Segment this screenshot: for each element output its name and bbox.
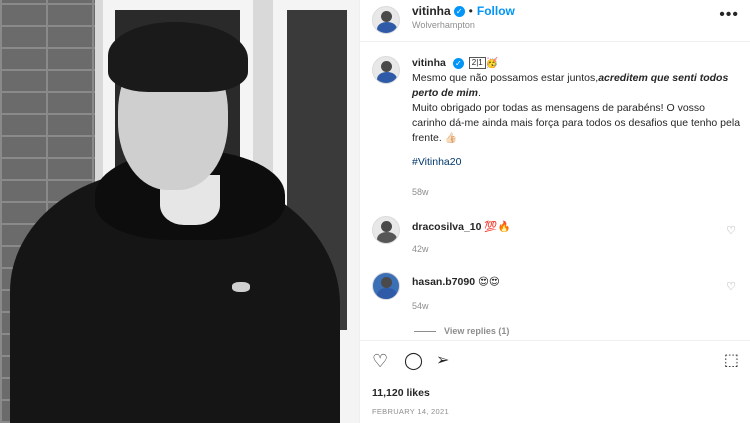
- caption-line1-end: .: [477, 87, 481, 99]
- party-emoji: 🥳: [485, 58, 499, 69]
- post-header: vitinha ✓ • Follow Wolverhampton •••: [360, 0, 750, 42]
- author-avatar[interactable]: [372, 6, 400, 34]
- more-horizontal-icon[interactable]: •••: [719, 6, 739, 24]
- comment-bubble-icon[interactable]: ◯: [404, 352, 423, 370]
- comment-text: hasan.b7090 😍😍: [412, 276, 500, 288]
- comment-username[interactable]: hasan.b7090: [412, 276, 475, 288]
- follow-button[interactable]: Follow: [477, 4, 515, 18]
- caption-avatar[interactable]: [372, 56, 400, 84]
- hair: [108, 22, 248, 92]
- comment-text: dracosilva_10 💯🔥: [412, 220, 511, 233]
- caption-timestamp[interactable]: 58w: [412, 187, 429, 197]
- post-actions: ♡ ◯ ➢ ⬚ 11,120 likes FEBRUARY 14, 2021: [360, 340, 750, 423]
- caption-username[interactable]: vitinha: [412, 57, 446, 69]
- comment-timestamp[interactable]: 54w: [412, 301, 429, 311]
- comment-timestamp[interactable]: 42w: [412, 244, 429, 254]
- post-detail-panel: vitinha ✓ • Follow Wolverhampton ••• vitinh…: [359, 0, 750, 423]
- view-replies-link[interactable]: View replies (1): [414, 326, 509, 336]
- caption-line2: Muito obrigado por todas as mensagens de…: [412, 102, 741, 144]
- share-paper-plane-icon[interactable]: ➢: [436, 352, 449, 370]
- caption-hashtag[interactable]: #Vitinha20: [412, 155, 742, 170]
- save-bookmark-icon[interactable]: ⬚: [724, 352, 739, 370]
- separator-dot: •: [468, 4, 473, 18]
- author-line: vitinha ✓ • Follow: [412, 4, 515, 18]
- view-replies-label[interactable]: View replies (1): [444, 326, 509, 336]
- comment-emoji: 💯🔥: [484, 221, 511, 233]
- heart-icon[interactable]: ♡: [726, 224, 736, 237]
- thumbs-up-emoji: 👍🏻: [444, 133, 458, 144]
- verified-icon: ✓: [452, 57, 464, 69]
- comment-emoji: 😍😍: [477, 276, 500, 288]
- likes-count[interactable]: 11,120 likes: [372, 387, 430, 399]
- author-username[interactable]: vitinha: [412, 4, 451, 18]
- commenter-avatar[interactable]: [372, 216, 400, 244]
- replies-divider: [414, 331, 436, 333]
- caption-body: vitinha ✓ 2|1 🥳 Mesmo que não possamos est…: [412, 56, 742, 170]
- comment-username[interactable]: dracosilva_10: [412, 221, 481, 233]
- post-location[interactable]: Wolverhampton: [412, 20, 475, 30]
- commenter-avatar[interactable]: [372, 272, 400, 300]
- caption-badge: 2|1: [468, 57, 486, 70]
- caption-line1: Mesmo que não possamos estar juntos,: [412, 72, 599, 84]
- post-photo[interactable]: [0, 0, 359, 423]
- verified-icon: ✓: [453, 6, 465, 18]
- post-date[interactable]: FEBRUARY 14, 2021: [372, 407, 449, 416]
- like-heart-icon[interactable]: ♡: [372, 352, 388, 370]
- heart-icon[interactable]: ♡: [726, 280, 736, 293]
- hoodie-logo: [232, 282, 250, 292]
